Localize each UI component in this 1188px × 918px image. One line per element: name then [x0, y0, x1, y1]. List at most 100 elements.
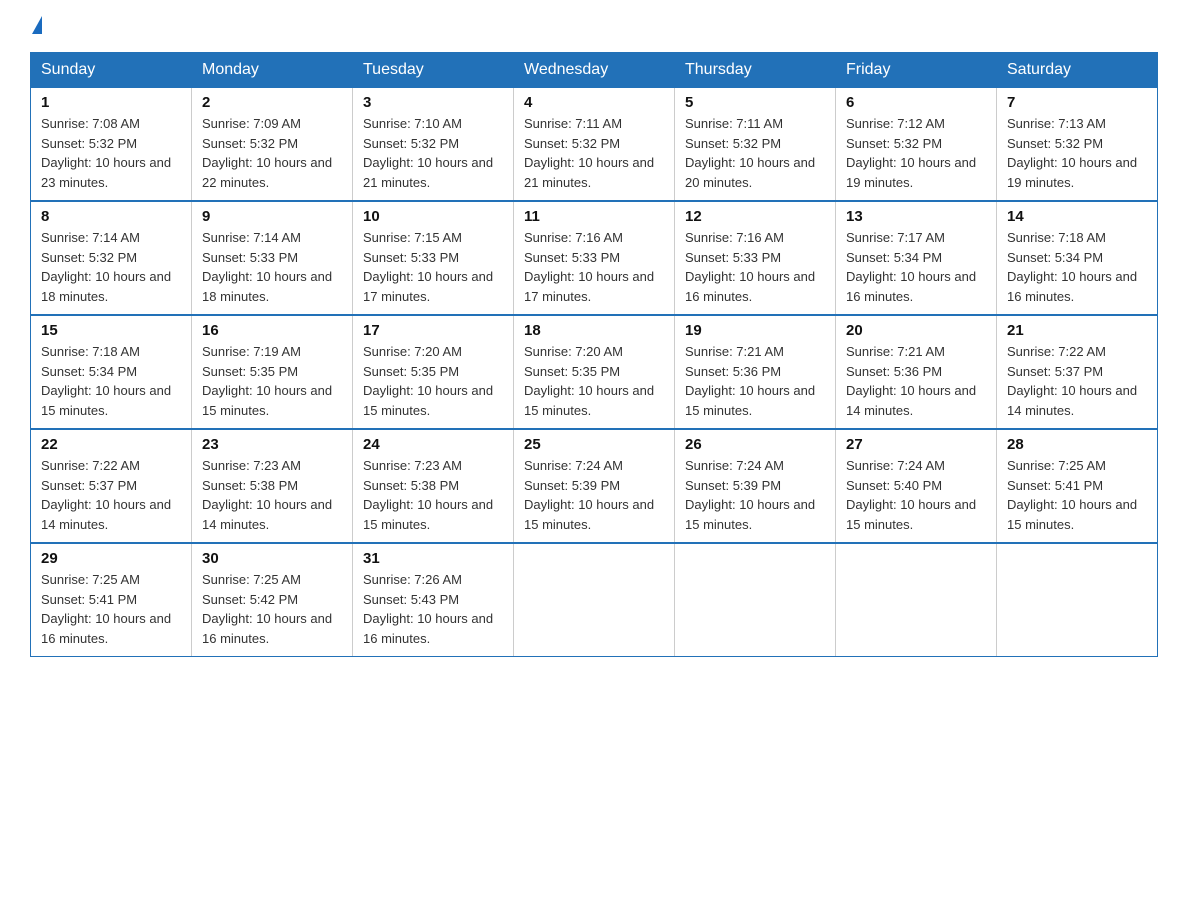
day-number: 8 — [41, 208, 181, 225]
table-row: 1 Sunrise: 7:08 AMSunset: 5:32 PMDayligh… — [31, 88, 192, 202]
day-info: Sunrise: 7:16 AMSunset: 5:33 PMDaylight:… — [524, 230, 654, 304]
table-row: 5 Sunrise: 7:11 AMSunset: 5:32 PMDayligh… — [675, 88, 836, 202]
table-row: 14 Sunrise: 7:18 AMSunset: 5:34 PMDaylig… — [997, 201, 1158, 315]
day-number: 29 — [41, 550, 181, 567]
table-row: 17 Sunrise: 7:20 AMSunset: 5:35 PMDaylig… — [353, 315, 514, 429]
table-row: 21 Sunrise: 7:22 AMSunset: 5:37 PMDaylig… — [997, 315, 1158, 429]
table-row: 10 Sunrise: 7:15 AMSunset: 5:33 PMDaylig… — [353, 201, 514, 315]
table-row: 28 Sunrise: 7:25 AMSunset: 5:41 PMDaylig… — [997, 429, 1158, 543]
day-info: Sunrise: 7:24 AMSunset: 5:40 PMDaylight:… — [846, 458, 976, 532]
day-number: 20 — [846, 322, 986, 339]
table-row: 12 Sunrise: 7:16 AMSunset: 5:33 PMDaylig… — [675, 201, 836, 315]
table-row: 26 Sunrise: 7:24 AMSunset: 5:39 PMDaylig… — [675, 429, 836, 543]
day-info: Sunrise: 7:14 AMSunset: 5:33 PMDaylight:… — [202, 230, 332, 304]
calendar-week-row: 8 Sunrise: 7:14 AMSunset: 5:32 PMDayligh… — [31, 201, 1158, 315]
table-row: 16 Sunrise: 7:19 AMSunset: 5:35 PMDaylig… — [192, 315, 353, 429]
table-row: 22 Sunrise: 7:22 AMSunset: 5:37 PMDaylig… — [31, 429, 192, 543]
day-info: Sunrise: 7:18 AMSunset: 5:34 PMDaylight:… — [41, 344, 171, 418]
day-info: Sunrise: 7:17 AMSunset: 5:34 PMDaylight:… — [846, 230, 976, 304]
day-info: Sunrise: 7:19 AMSunset: 5:35 PMDaylight:… — [202, 344, 332, 418]
table-row: 25 Sunrise: 7:24 AMSunset: 5:39 PMDaylig… — [514, 429, 675, 543]
day-number: 31 — [363, 550, 503, 567]
day-info: Sunrise: 7:25 AMSunset: 5:42 PMDaylight:… — [202, 572, 332, 646]
table-row: 20 Sunrise: 7:21 AMSunset: 5:36 PMDaylig… — [836, 315, 997, 429]
day-info: Sunrise: 7:18 AMSunset: 5:34 PMDaylight:… — [1007, 230, 1137, 304]
day-info: Sunrise: 7:08 AMSunset: 5:32 PMDaylight:… — [41, 116, 171, 190]
header-sunday: Sunday — [31, 53, 192, 88]
day-info: Sunrise: 7:14 AMSunset: 5:32 PMDaylight:… — [41, 230, 171, 304]
day-number: 30 — [202, 550, 342, 567]
day-number: 28 — [1007, 436, 1147, 453]
day-info: Sunrise: 7:24 AMSunset: 5:39 PMDaylight:… — [685, 458, 815, 532]
table-row: 2 Sunrise: 7:09 AMSunset: 5:32 PMDayligh… — [192, 88, 353, 202]
calendar-week-row: 29 Sunrise: 7:25 AMSunset: 5:41 PMDaylig… — [31, 543, 1158, 657]
day-number: 5 — [685, 94, 825, 111]
day-info: Sunrise: 7:11 AMSunset: 5:32 PMDaylight:… — [524, 116, 654, 190]
day-number: 15 — [41, 322, 181, 339]
table-row: 24 Sunrise: 7:23 AMSunset: 5:38 PMDaylig… — [353, 429, 514, 543]
day-number: 3 — [363, 94, 503, 111]
table-row — [675, 543, 836, 657]
day-number: 7 — [1007, 94, 1147, 111]
header-wednesday: Wednesday — [514, 53, 675, 88]
day-number: 21 — [1007, 322, 1147, 339]
table-row: 19 Sunrise: 7:21 AMSunset: 5:36 PMDaylig… — [675, 315, 836, 429]
table-row — [997, 543, 1158, 657]
day-info: Sunrise: 7:21 AMSunset: 5:36 PMDaylight:… — [685, 344, 815, 418]
day-number: 1 — [41, 94, 181, 111]
table-row: 3 Sunrise: 7:10 AMSunset: 5:32 PMDayligh… — [353, 88, 514, 202]
day-number: 18 — [524, 322, 664, 339]
day-number: 24 — [363, 436, 503, 453]
day-info: Sunrise: 7:24 AMSunset: 5:39 PMDaylight:… — [524, 458, 654, 532]
day-number: 4 — [524, 94, 664, 111]
table-row: 15 Sunrise: 7:18 AMSunset: 5:34 PMDaylig… — [31, 315, 192, 429]
day-info: Sunrise: 7:21 AMSunset: 5:36 PMDaylight:… — [846, 344, 976, 418]
day-info: Sunrise: 7:20 AMSunset: 5:35 PMDaylight:… — [524, 344, 654, 418]
table-row — [514, 543, 675, 657]
calendar-week-row: 15 Sunrise: 7:18 AMSunset: 5:34 PMDaylig… — [31, 315, 1158, 429]
table-row: 9 Sunrise: 7:14 AMSunset: 5:33 PMDayligh… — [192, 201, 353, 315]
header-monday: Monday — [192, 53, 353, 88]
table-row: 6 Sunrise: 7:12 AMSunset: 5:32 PMDayligh… — [836, 88, 997, 202]
table-row: 8 Sunrise: 7:14 AMSunset: 5:32 PMDayligh… — [31, 201, 192, 315]
day-number: 26 — [685, 436, 825, 453]
page-header — [30, 20, 1158, 34]
day-info: Sunrise: 7:16 AMSunset: 5:33 PMDaylight:… — [685, 230, 815, 304]
table-row: 7 Sunrise: 7:13 AMSunset: 5:32 PMDayligh… — [997, 88, 1158, 202]
day-number: 11 — [524, 208, 664, 225]
table-row: 18 Sunrise: 7:20 AMSunset: 5:35 PMDaylig… — [514, 315, 675, 429]
table-row — [836, 543, 997, 657]
day-number: 19 — [685, 322, 825, 339]
table-row: 11 Sunrise: 7:16 AMSunset: 5:33 PMDaylig… — [514, 201, 675, 315]
day-info: Sunrise: 7:23 AMSunset: 5:38 PMDaylight:… — [202, 458, 332, 532]
table-row: 29 Sunrise: 7:25 AMSunset: 5:41 PMDaylig… — [31, 543, 192, 657]
table-row: 23 Sunrise: 7:23 AMSunset: 5:38 PMDaylig… — [192, 429, 353, 543]
day-info: Sunrise: 7:13 AMSunset: 5:32 PMDaylight:… — [1007, 116, 1137, 190]
day-number: 14 — [1007, 208, 1147, 225]
header-friday: Friday — [836, 53, 997, 88]
day-info: Sunrise: 7:26 AMSunset: 5:43 PMDaylight:… — [363, 572, 493, 646]
day-number: 2 — [202, 94, 342, 111]
day-info: Sunrise: 7:22 AMSunset: 5:37 PMDaylight:… — [1007, 344, 1137, 418]
day-info: Sunrise: 7:25 AMSunset: 5:41 PMDaylight:… — [1007, 458, 1137, 532]
table-row: 13 Sunrise: 7:17 AMSunset: 5:34 PMDaylig… — [836, 201, 997, 315]
calendar-table: Sunday Monday Tuesday Wednesday Thursday… — [30, 52, 1158, 657]
table-row: 4 Sunrise: 7:11 AMSunset: 5:32 PMDayligh… — [514, 88, 675, 202]
day-number: 27 — [846, 436, 986, 453]
day-info: Sunrise: 7:22 AMSunset: 5:37 PMDaylight:… — [41, 458, 171, 532]
day-number: 13 — [846, 208, 986, 225]
logo — [30, 20, 44, 34]
day-number: 6 — [846, 94, 986, 111]
table-row: 31 Sunrise: 7:26 AMSunset: 5:43 PMDaylig… — [353, 543, 514, 657]
day-info: Sunrise: 7:09 AMSunset: 5:32 PMDaylight:… — [202, 116, 332, 190]
day-number: 16 — [202, 322, 342, 339]
day-info: Sunrise: 7:20 AMSunset: 5:35 PMDaylight:… — [363, 344, 493, 418]
day-number: 17 — [363, 322, 503, 339]
calendar-week-row: 22 Sunrise: 7:22 AMSunset: 5:37 PMDaylig… — [31, 429, 1158, 543]
day-info: Sunrise: 7:12 AMSunset: 5:32 PMDaylight:… — [846, 116, 976, 190]
day-number: 9 — [202, 208, 342, 225]
day-info: Sunrise: 7:23 AMSunset: 5:38 PMDaylight:… — [363, 458, 493, 532]
day-number: 10 — [363, 208, 503, 225]
calendar-week-row: 1 Sunrise: 7:08 AMSunset: 5:32 PMDayligh… — [31, 88, 1158, 202]
day-info: Sunrise: 7:25 AMSunset: 5:41 PMDaylight:… — [41, 572, 171, 646]
